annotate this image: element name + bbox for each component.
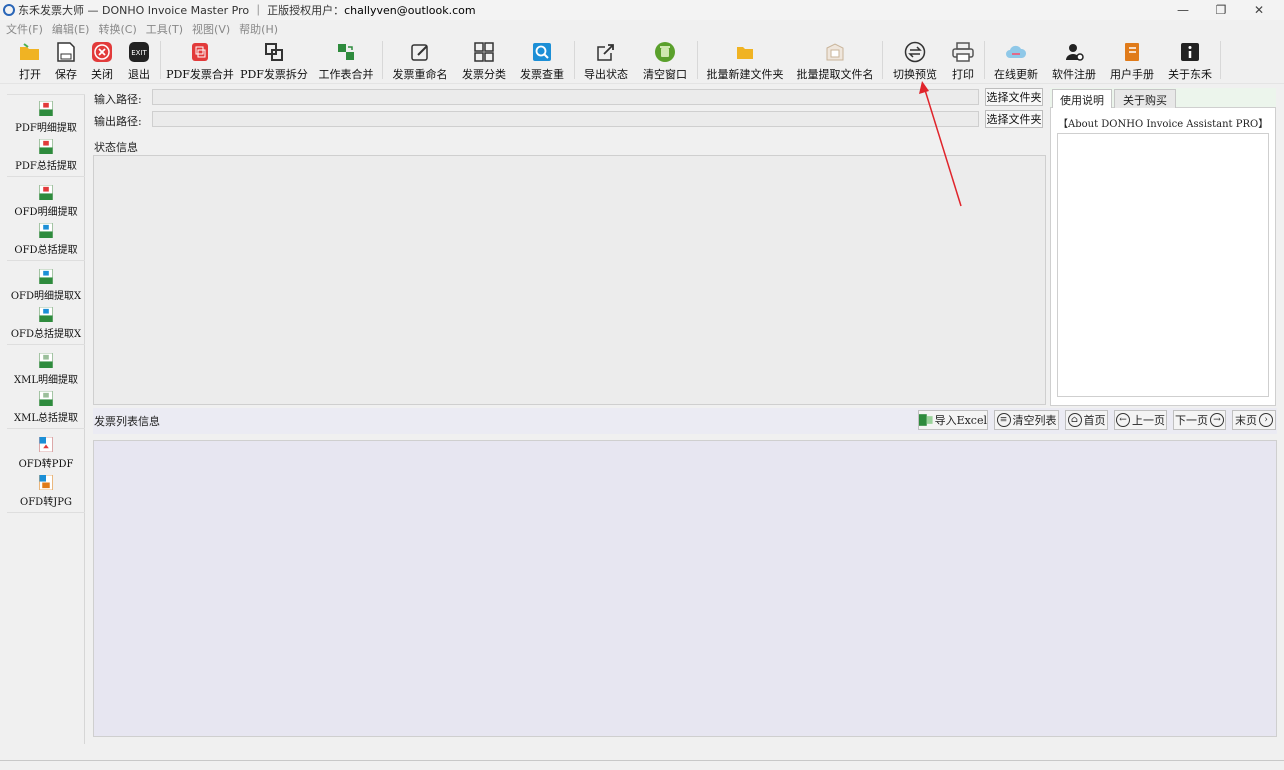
annotation-arrow <box>919 81 962 207</box>
